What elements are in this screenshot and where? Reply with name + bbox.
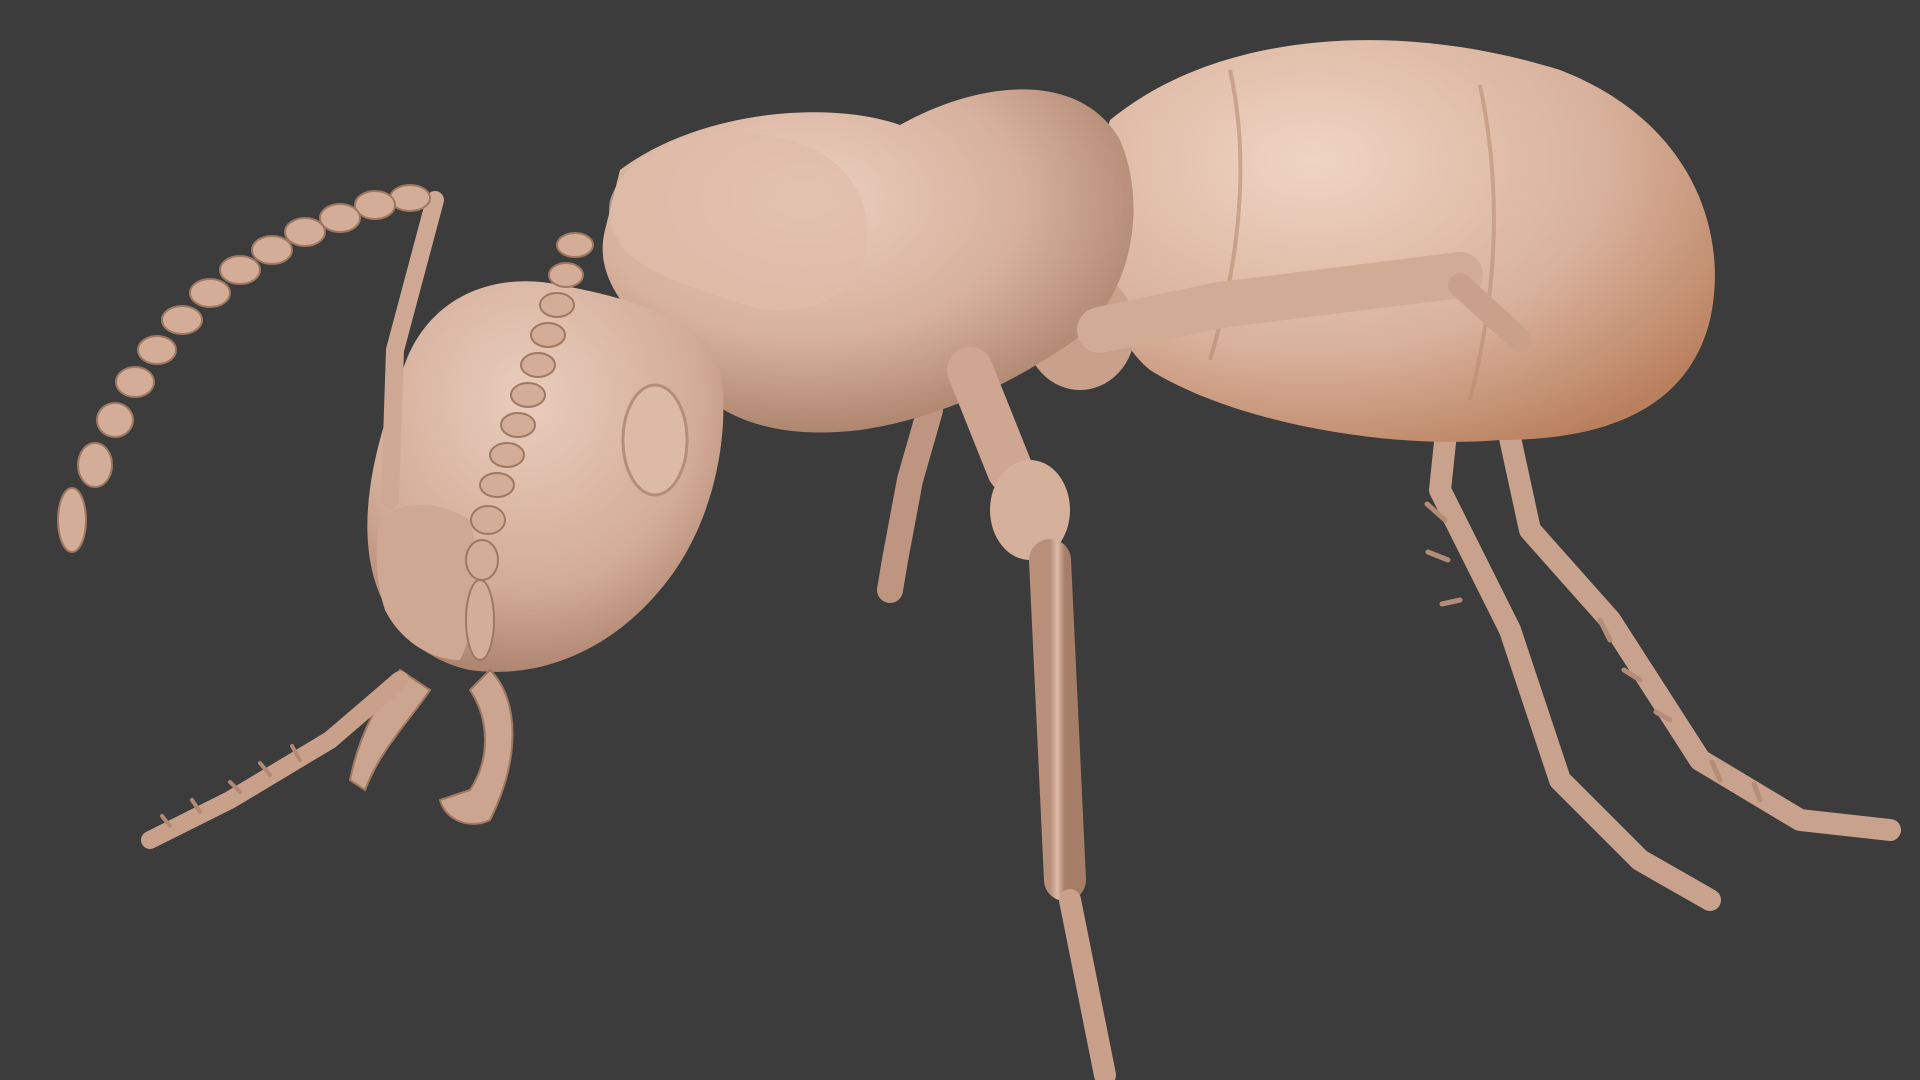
mid-leg-far [877, 397, 943, 603]
viewport[interactable] [0, 0, 1920, 1080]
front-leg-near [947, 347, 1116, 1080]
clypeus [376, 505, 477, 660]
ant-model-render[interactable] [0, 0, 1920, 1080]
gaster [1095, 40, 1715, 442]
compound-eye [621, 383, 689, 497]
